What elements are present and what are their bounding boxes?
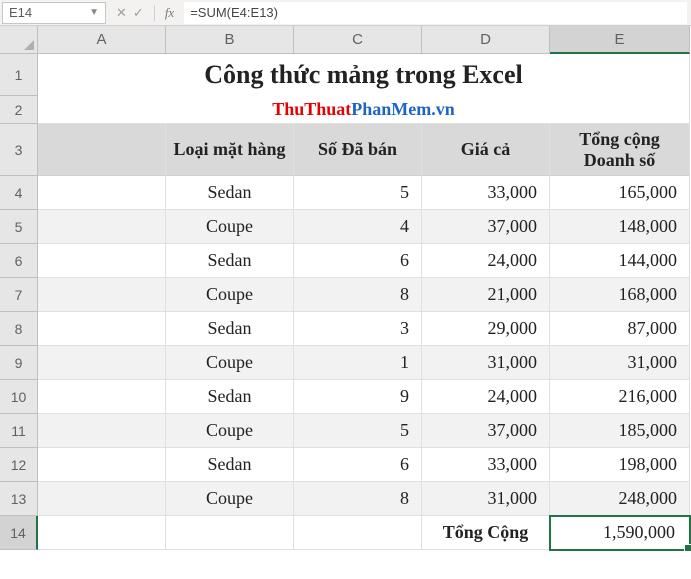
name-box[interactable]: E14 ▼	[2, 2, 106, 24]
cell-item[interactable]: Coupe	[166, 210, 294, 244]
cell-price[interactable]: 31,000	[422, 482, 550, 516]
subtitle-cell[interactable]: ThuThuatPhanMem.vn	[38, 96, 690, 124]
row-header-13[interactable]: 13	[0, 482, 38, 516]
cell-sold[interactable]: 5	[294, 176, 422, 210]
formula-input[interactable]: =SUM(E4:E13)	[184, 2, 687, 24]
cell-A10[interactable]	[38, 380, 166, 414]
cell-sold[interactable]: 6	[294, 244, 422, 278]
cell-total[interactable]: 198,000	[550, 448, 690, 482]
cell-price[interactable]: 33,000	[422, 448, 550, 482]
cell-A8[interactable]	[38, 312, 166, 346]
row-header-3[interactable]: 3	[0, 124, 38, 176]
formula-buttons: ✕ ✓	[116, 5, 155, 21]
col-header-B[interactable]: B	[166, 26, 294, 54]
header-sold[interactable]: Số Đã bán	[294, 124, 422, 176]
cell-total[interactable]: 168,000	[550, 278, 690, 312]
cell-price[interactable]: 33,000	[422, 176, 550, 210]
row-header-9[interactable]: 9	[0, 346, 38, 380]
cancel-icon[interactable]: ✕	[116, 5, 127, 21]
cell-A3[interactable]	[38, 124, 166, 176]
cell-total[interactable]: 87,000	[550, 312, 690, 346]
col-header-A[interactable]: A	[38, 26, 166, 54]
row-header-7[interactable]: 7	[0, 278, 38, 312]
row-header-10[interactable]: 10	[0, 380, 38, 414]
cell-C14[interactable]	[294, 516, 422, 550]
cell-A12[interactable]	[38, 448, 166, 482]
cell-A11[interactable]	[38, 414, 166, 448]
cell-price[interactable]: 37,000	[422, 414, 550, 448]
cell-item[interactable]: Sedan	[166, 380, 294, 414]
formula-bar-row: E14 ▼ ✕ ✓ fx =SUM(E4:E13)	[0, 0, 691, 26]
row-header-4[interactable]: 4	[0, 176, 38, 210]
cell-price[interactable]: 24,000	[422, 380, 550, 414]
col-header-E[interactable]: E	[550, 26, 690, 54]
subtitle-blue: PhanMem.vn	[351, 99, 455, 120]
row-header-8[interactable]: 8	[0, 312, 38, 346]
name-box-value: E14	[9, 5, 32, 20]
col-header-D[interactable]: D	[422, 26, 550, 54]
row-header-6[interactable]: 6	[0, 244, 38, 278]
total-value-cell[interactable]: 1,590,000	[550, 516, 690, 550]
cell-price[interactable]: 29,000	[422, 312, 550, 346]
cell-item[interactable]: Coupe	[166, 482, 294, 516]
subtitle-red: ThuThuat	[272, 99, 351, 120]
select-all-corner[interactable]	[0, 26, 38, 54]
row-header-2[interactable]: 2	[0, 96, 38, 124]
cell-item[interactable]: Coupe	[166, 414, 294, 448]
cell-sold[interactable]: 8	[294, 278, 422, 312]
chevron-down-icon[interactable]: ▼	[89, 7, 99, 18]
row-header-5[interactable]: 5	[0, 210, 38, 244]
cell-sold[interactable]: 9	[294, 380, 422, 414]
cell-total[interactable]: 185,000	[550, 414, 690, 448]
cell-item[interactable]: Sedan	[166, 244, 294, 278]
cell-item[interactable]: Sedan	[166, 312, 294, 346]
header-item[interactable]: Loại mặt hàng	[166, 124, 294, 176]
cell-item[interactable]: Sedan	[166, 448, 294, 482]
cell-sold[interactable]: 3	[294, 312, 422, 346]
cell-total[interactable]: 31,000	[550, 346, 690, 380]
cell-A9[interactable]	[38, 346, 166, 380]
total-label[interactable]: Tổng Cộng	[422, 516, 550, 550]
cell-total[interactable]: 216,000	[550, 380, 690, 414]
enter-icon[interactable]: ✓	[133, 5, 144, 21]
cell-price[interactable]: 24,000	[422, 244, 550, 278]
cell-A7[interactable]	[38, 278, 166, 312]
col-header-C[interactable]: C	[294, 26, 422, 54]
row-header-11[interactable]: 11	[0, 414, 38, 448]
header-total[interactable]: Tổng cộng Doanh số	[550, 124, 690, 176]
cell-price[interactable]: 21,000	[422, 278, 550, 312]
spreadsheet-grid[interactable]: A B C D E 1 Công thức mảng trong Excel 2…	[0, 26, 691, 550]
formula-value: =SUM(E4:E13)	[190, 5, 278, 20]
cell-item[interactable]: Sedan	[166, 176, 294, 210]
row-header-14[interactable]: 14	[0, 516, 38, 550]
cell-sold[interactable]: 4	[294, 210, 422, 244]
cell-sold[interactable]: 6	[294, 448, 422, 482]
cell-A4[interactable]	[38, 176, 166, 210]
row-header-12[interactable]: 12	[0, 448, 38, 482]
cell-sold[interactable]: 5	[294, 414, 422, 448]
cell-total[interactable]: 148,000	[550, 210, 690, 244]
cell-price[interactable]: 31,000	[422, 346, 550, 380]
cell-A6[interactable]	[38, 244, 166, 278]
cell-total[interactable]: 144,000	[550, 244, 690, 278]
title-cell[interactable]: Công thức mảng trong Excel	[38, 54, 690, 96]
cell-item[interactable]: Coupe	[166, 346, 294, 380]
cell-A5[interactable]	[38, 210, 166, 244]
cell-sold[interactable]: 1	[294, 346, 422, 380]
cell-total[interactable]: 165,000	[550, 176, 690, 210]
cell-A13[interactable]	[38, 482, 166, 516]
row-header-1[interactable]: 1	[0, 54, 38, 96]
cell-total[interactable]: 248,000	[550, 482, 690, 516]
cell-B14[interactable]	[166, 516, 294, 550]
cell-item[interactable]: Coupe	[166, 278, 294, 312]
cell-price[interactable]: 37,000	[422, 210, 550, 244]
cell-A14[interactable]	[38, 516, 166, 550]
fx-icon[interactable]: fx	[165, 5, 174, 21]
header-price[interactable]: Giá cả	[422, 124, 550, 176]
cell-sold[interactable]: 8	[294, 482, 422, 516]
